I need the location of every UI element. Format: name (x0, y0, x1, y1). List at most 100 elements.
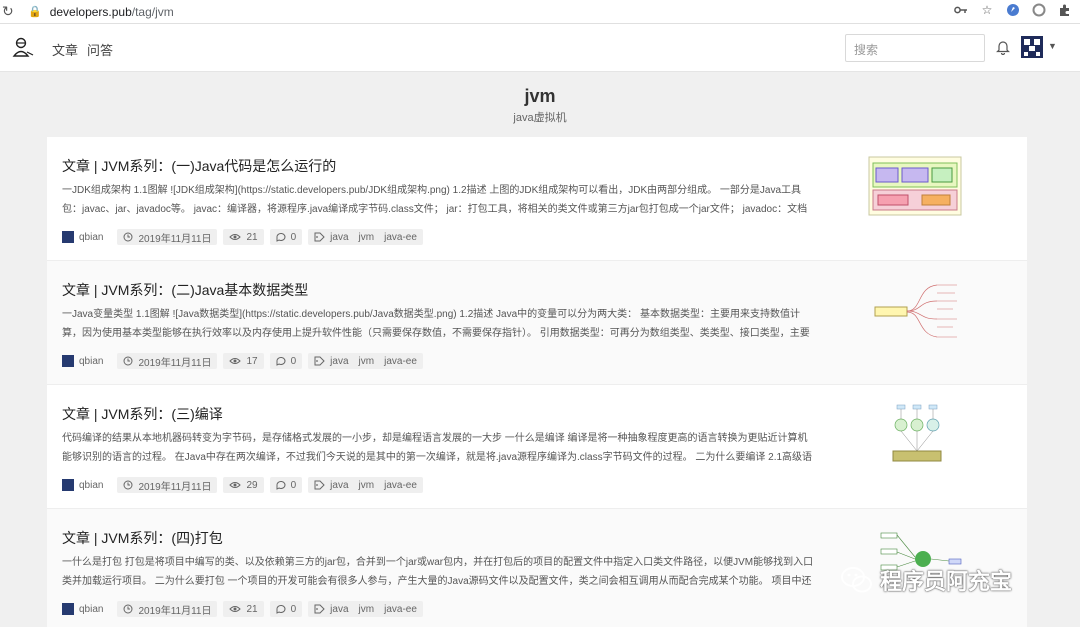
article-meta: qbian 2019年11月11日 29 0 java jvm java-ee (62, 477, 429, 493)
article-thumbnail[interactable] (867, 155, 963, 219)
comments-chip: 0 (269, 229, 303, 245)
chevron-down-icon[interactable]: ▼ (1048, 41, 1057, 51)
author-avatar[interactable] (62, 603, 74, 615)
clock-icon (123, 356, 133, 366)
star-icon[interactable]: ☆ (980, 3, 994, 17)
views-chip: 21 (223, 229, 264, 245)
comment-count: 0 (290, 603, 297, 615)
comment-icon (276, 232, 286, 242)
article-title[interactable]: 文章 | JVM系列：(二)Java基本数据类型 (62, 280, 308, 300)
comments-chip: 0 (269, 353, 303, 369)
extension-circle-icon[interactable] (1032, 3, 1046, 17)
article-meta: qbian 2019年11月11日 21 0 java jvm java-ee (62, 601, 429, 617)
comment-icon (276, 356, 286, 366)
author-name[interactable]: qbian (79, 480, 103, 491)
tag-link[interactable]: jvm (359, 356, 375, 367)
eye-icon (229, 234, 242, 240)
tag-subtitle: java虚拟机 (513, 112, 567, 124)
article-date: 2019年11月11日 (138, 605, 212, 617)
article-date: 2019年11月11日 (138, 357, 212, 369)
clock-icon (123, 480, 133, 490)
comment-icon (276, 604, 286, 614)
article-item: 文章 | JVM系列：(二)Java基本数据类型 一Java变量类型 1.1图解… (47, 261, 1027, 385)
author-name[interactable]: qbian (79, 604, 103, 615)
tag-icon (314, 356, 325, 366)
tag-icon (314, 604, 325, 614)
extension-compass-icon[interactable] (1006, 3, 1020, 17)
comment-count: 0 (290, 479, 297, 491)
tag-link[interactable]: java-ee (384, 480, 417, 491)
article-item: 文章 | JVM系列：(一)Java代码是怎么运行的 一JDK组成架构 1.1图… (47, 137, 1027, 261)
tag-link[interactable]: java (330, 480, 348, 491)
article-summary: 一Java变量类型 1.1图解 ![Java数据类型](https://stat… (62, 309, 810, 339)
bell-icon[interactable] (996, 39, 1010, 56)
clock-icon (123, 232, 133, 242)
eye-icon (229, 358, 242, 364)
view-count: 17 (246, 355, 258, 367)
views-chip: 29 (223, 477, 264, 493)
view-count: 21 (246, 231, 258, 243)
article-summary: 一什么是打包 打包是将项目中编写的类、以及依赖第三方的jar包，合并到一个jar… (62, 557, 814, 587)
tag-link[interactable]: java-ee (384, 232, 417, 243)
nav-articles[interactable]: 文章 (52, 40, 78, 59)
lock-icon[interactable]: 🔒 (28, 5, 42, 18)
article-title[interactable]: 文章 | JVM系列：(三)编译 (62, 404, 223, 424)
author-avatar[interactable] (62, 231, 74, 243)
reload-icon[interactable]: ↻ (2, 3, 16, 20)
tags-chip: java jvm java-ee (308, 601, 423, 617)
tag-link[interactable]: java-ee (384, 604, 417, 615)
author-avatar[interactable] (62, 479, 74, 491)
site-logo[interactable] (12, 36, 34, 58)
article-meta: qbian 2019年11月11日 17 0 java jvm java-ee (62, 353, 429, 369)
views-chip: 17 (223, 353, 264, 369)
tag-title: jvm (524, 86, 556, 106)
article-thumbnail[interactable] (867, 279, 963, 343)
url-path: /tag/jvm (131, 4, 174, 19)
tags-chip: java jvm java-ee (308, 353, 423, 369)
tag-link[interactable]: java (330, 356, 348, 367)
eye-icon (229, 606, 242, 612)
comment-count: 0 (290, 231, 297, 243)
search-input[interactable]: 搜索 (845, 34, 985, 62)
tag-link[interactable]: jvm (359, 480, 375, 491)
view-count: 21 (246, 603, 258, 615)
puzzle-icon[interactable] (1058, 3, 1072, 17)
view-count: 29 (246, 479, 258, 491)
views-chip: 21 (223, 601, 264, 617)
tag-link[interactable]: java-ee (384, 356, 417, 367)
article-thumbnail[interactable] (867, 403, 963, 467)
date-chip: 2019年11月11日 (117, 477, 218, 493)
browser-toolbar: ☆ (954, 3, 1072, 17)
author-avatar[interactable] (62, 355, 74, 367)
clock-icon (123, 604, 133, 614)
tag-link[interactable]: jvm (359, 604, 375, 615)
comment-count: 0 (290, 355, 297, 367)
article-list: 文章 | JVM系列：(一)Java代码是怎么运行的 一JDK组成架构 1.1图… (47, 137, 1027, 627)
tag-link[interactable]: jvm (359, 232, 375, 243)
wechat-icon (841, 567, 872, 593)
article-date: 2019年11月11日 (138, 233, 212, 245)
article-summary: 一JDK组成架构 1.1图解 ![JDK组成架构](https://static… (62, 185, 808, 215)
address-bar[interactable]: developers.pub/tag/jvm (50, 5, 174, 19)
date-chip: 2019年11月11日 (117, 353, 218, 369)
tags-chip: java jvm java-ee (308, 477, 423, 493)
site-header: 文章 问答 搜索 ▼ (0, 24, 1080, 72)
article-title[interactable]: 文章 | JVM系列：(四)打包 (62, 528, 223, 548)
article-meta: qbian 2019年11月11日 21 0 java jvm java-ee (62, 229, 429, 245)
watermark: 程序员阿充宝 (840, 562, 1012, 598)
tags-chip: java jvm java-ee (308, 229, 423, 245)
comment-icon (276, 480, 286, 490)
tag-link[interactable]: java (330, 604, 348, 615)
url-host: developers.pub (49, 4, 132, 19)
author-name[interactable]: qbian (79, 232, 103, 243)
article-title[interactable]: 文章 | JVM系列：(一)Java代码是怎么运行的 (62, 156, 336, 176)
user-avatar[interactable] (1021, 36, 1043, 58)
tag-link[interactable]: java (330, 232, 348, 243)
tag-icon (314, 232, 325, 242)
key-icon[interactable] (954, 3, 968, 17)
article-date: 2019年11月11日 (138, 481, 212, 493)
comments-chip: 0 (269, 477, 303, 493)
author-name[interactable]: qbian (79, 356, 103, 367)
nav-questions[interactable]: 问答 (87, 40, 113, 59)
eye-icon (229, 482, 242, 488)
